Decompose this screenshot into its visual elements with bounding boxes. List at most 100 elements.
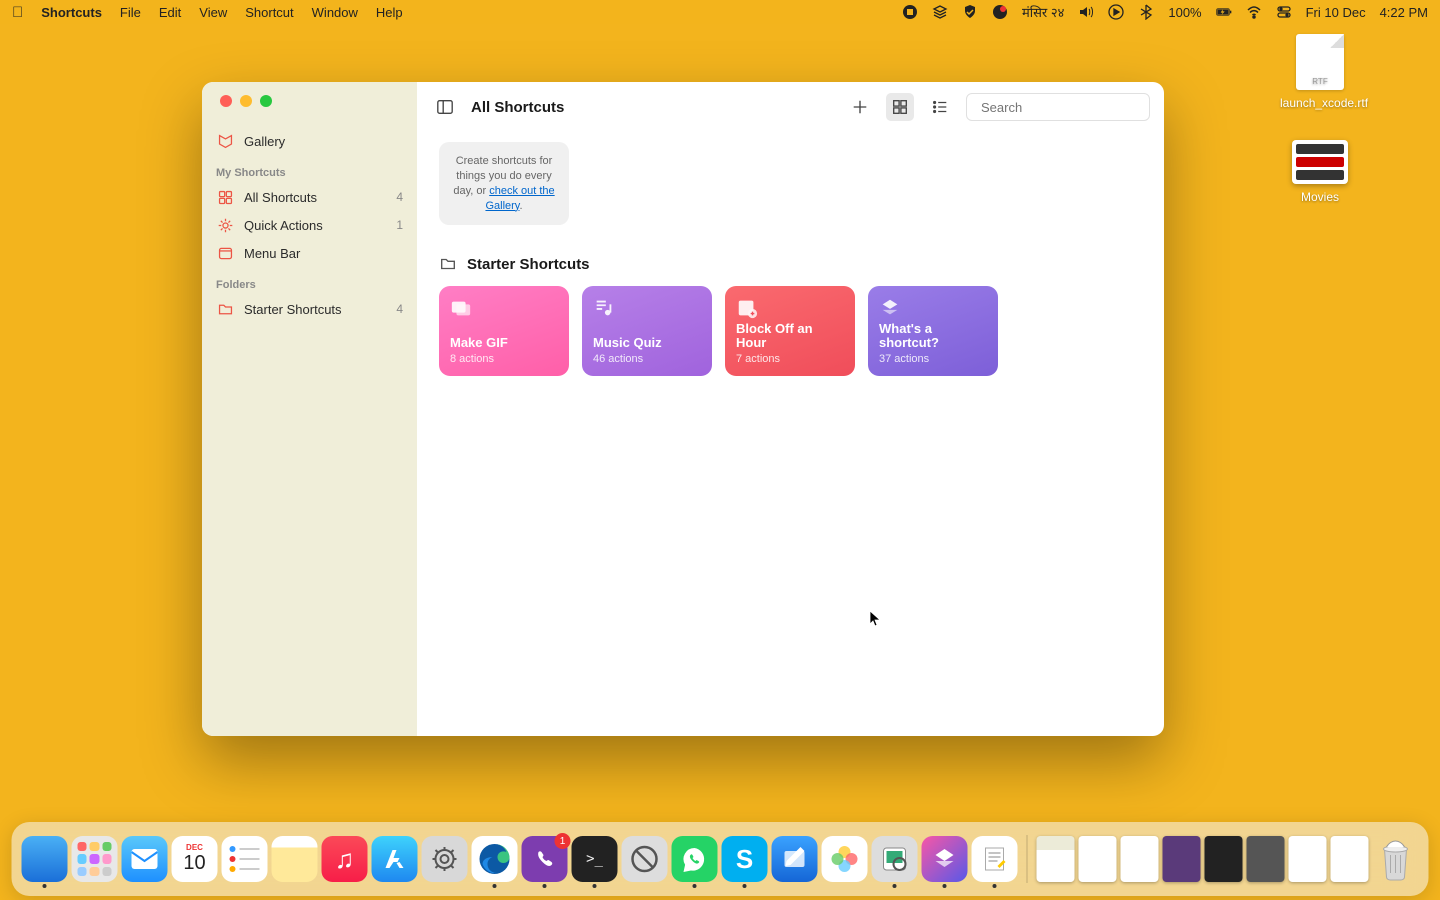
wifi-icon[interactable]	[1246, 4, 1262, 20]
dock-separator	[1027, 835, 1028, 883]
dock-minimized-window[interactable]	[1289, 836, 1327, 882]
app-menu[interactable]: Shortcuts	[41, 5, 102, 20]
toggle-sidebar-button[interactable]	[431, 93, 459, 121]
desktop-folder-label: Movies	[1280, 190, 1360, 204]
dock-terminal[interactable]: >_	[572, 836, 618, 882]
dock-reminders[interactable]	[222, 836, 268, 882]
volume-icon[interactable]	[1078, 4, 1094, 20]
sidebar-gallery[interactable]: Gallery	[202, 127, 417, 155]
sidebar-heading-my: My Shortcuts	[202, 155, 417, 183]
dock-xcode[interactable]	[772, 836, 818, 882]
menu-shortcut[interactable]: Shortcut	[245, 5, 293, 20]
dock-minimized-window[interactable]	[1121, 836, 1159, 882]
sidebar-quick-actions[interactable]: Quick Actions 1	[202, 211, 417, 239]
bluetooth-icon[interactable]	[1138, 4, 1154, 20]
sidebar-gallery-label: Gallery	[244, 134, 285, 149]
calendar-menuextra[interactable]: मंसिर २४	[1022, 3, 1064, 21]
sidebar-item-count: 4	[396, 190, 403, 204]
card-title: Music Quiz	[593, 336, 701, 351]
sidebar-heading-folders: Folders	[202, 267, 417, 295]
battery-percent[interactable]: 100%	[1168, 5, 1201, 20]
add-shortcut-button[interactable]	[846, 93, 874, 121]
shortcut-card-music-quiz[interactable]: Music Quiz 46 actions	[582, 286, 712, 376]
dock-appstore[interactable]	[372, 836, 418, 882]
dock-edge[interactable]	[472, 836, 518, 882]
window-zoom[interactable]	[260, 95, 272, 107]
card-title: Make GIF	[450, 336, 558, 351]
gallery-icon	[216, 132, 234, 150]
dock-preview[interactable]	[872, 836, 918, 882]
viber-status-icon[interactable]	[992, 4, 1008, 20]
menubar:  Shortcuts File Edit View Shortcut Wind…	[0, 0, 1440, 24]
dock-viber[interactable]: 1	[522, 836, 568, 882]
card-sub: 7 actions	[736, 353, 844, 365]
sidebar-item-label: Starter Shortcuts	[244, 302, 342, 317]
desktop-folder-movies[interactable]: Movies	[1280, 140, 1360, 204]
sidebar-item-count: 4	[396, 302, 403, 316]
dock-minimized-window[interactable]	[1247, 836, 1285, 882]
photos-icon	[450, 297, 472, 319]
mouse-cursor	[869, 610, 883, 628]
section-title: Starter Shortcuts	[467, 256, 590, 273]
sidebar-item-count: 1	[396, 218, 403, 232]
control-center-icon[interactable]	[1276, 4, 1292, 20]
menubar-date[interactable]: Fri 10 Dec	[1306, 5, 1366, 20]
window-minimize[interactable]	[240, 95, 252, 107]
dock-mail[interactable]	[122, 836, 168, 882]
dock-simulator[interactable]	[622, 836, 668, 882]
dock-minimized-window[interactable]	[1037, 836, 1075, 882]
dock-textedit[interactable]	[972, 836, 1018, 882]
desktop-file-label: launch_xcode.rtf	[1280, 96, 1360, 110]
dock-launchpad[interactable]	[72, 836, 118, 882]
dock-minimized-window[interactable]	[1079, 836, 1117, 882]
dock-trash[interactable]	[1373, 836, 1419, 882]
dock-music[interactable]: ♫	[322, 836, 368, 882]
menu-file[interactable]: File	[120, 5, 141, 20]
dock-photos[interactable]	[822, 836, 868, 882]
sidebar-menu-bar[interactable]: Menu Bar	[202, 239, 417, 267]
sidebar-item-label: Menu Bar	[244, 246, 300, 261]
dock-notes[interactable]	[272, 836, 318, 882]
shortcut-card-make-gif[interactable]: Make GIF 8 actions	[439, 286, 569, 376]
tip-period: .	[519, 200, 522, 212]
stop-icon[interactable]	[902, 4, 918, 20]
list-view-button[interactable]	[926, 93, 954, 121]
dock-minimized-window[interactable]	[1331, 836, 1369, 882]
sidebar-item-label: All Shortcuts	[244, 190, 317, 205]
window-close[interactable]	[220, 95, 232, 107]
gear-icon	[216, 216, 234, 234]
dock-finder[interactable]	[22, 836, 68, 882]
shortcut-card-block-hour[interactable]: Block Off an Hour 7 actions	[725, 286, 855, 376]
dock-shortcuts[interactable]	[922, 836, 968, 882]
tip-card: Create shortcuts for things you do every…	[439, 142, 569, 225]
apple-menu[interactable]: 	[12, 4, 23, 21]
menu-help[interactable]: Help	[376, 5, 403, 20]
dock-calendar[interactable]: DEC10	[172, 836, 218, 882]
menu-window[interactable]: Window	[312, 5, 358, 20]
dock-skype[interactable]: S	[722, 836, 768, 882]
dock-minimized-window[interactable]	[1205, 836, 1243, 882]
battery-icon	[1216, 4, 1232, 20]
search-input[interactable]	[981, 100, 1157, 115]
desktop-file-rtf[interactable]: launch_xcode.rtf	[1280, 34, 1360, 110]
sidebar-folder-starter[interactable]: Starter Shortcuts 4	[202, 295, 417, 323]
grid-view-button[interactable]	[886, 93, 914, 121]
nowplaying-icon[interactable]	[1108, 4, 1124, 20]
shortcut-grid: Make GIF 8 actions Music Quiz 46 actions…	[439, 286, 1142, 376]
dock-settings[interactable]	[422, 836, 468, 882]
shortcut-card-whats-shortcut[interactable]: What's a shortcut? 37 actions	[868, 286, 998, 376]
sidebar-all-shortcuts[interactable]: All Shortcuts 4	[202, 183, 417, 211]
menubar-time[interactable]: 4:22 PM	[1380, 5, 1428, 20]
menu-edit[interactable]: Edit	[159, 5, 181, 20]
card-title: What's a shortcut?	[879, 322, 987, 352]
search-field[interactable]	[966, 93, 1150, 121]
calendar-icon	[736, 297, 758, 319]
folder-icon	[216, 300, 234, 318]
layers-icon[interactable]	[932, 4, 948, 20]
main-pane: All Shortcuts Create shortcuts for thing…	[417, 82, 1164, 736]
menu-view[interactable]: View	[199, 5, 227, 20]
dock-minimized-window[interactable]	[1163, 836, 1201, 882]
shield-icon[interactable]	[962, 4, 978, 20]
dock-whatsapp[interactable]	[672, 836, 718, 882]
music-icon	[593, 297, 615, 319]
